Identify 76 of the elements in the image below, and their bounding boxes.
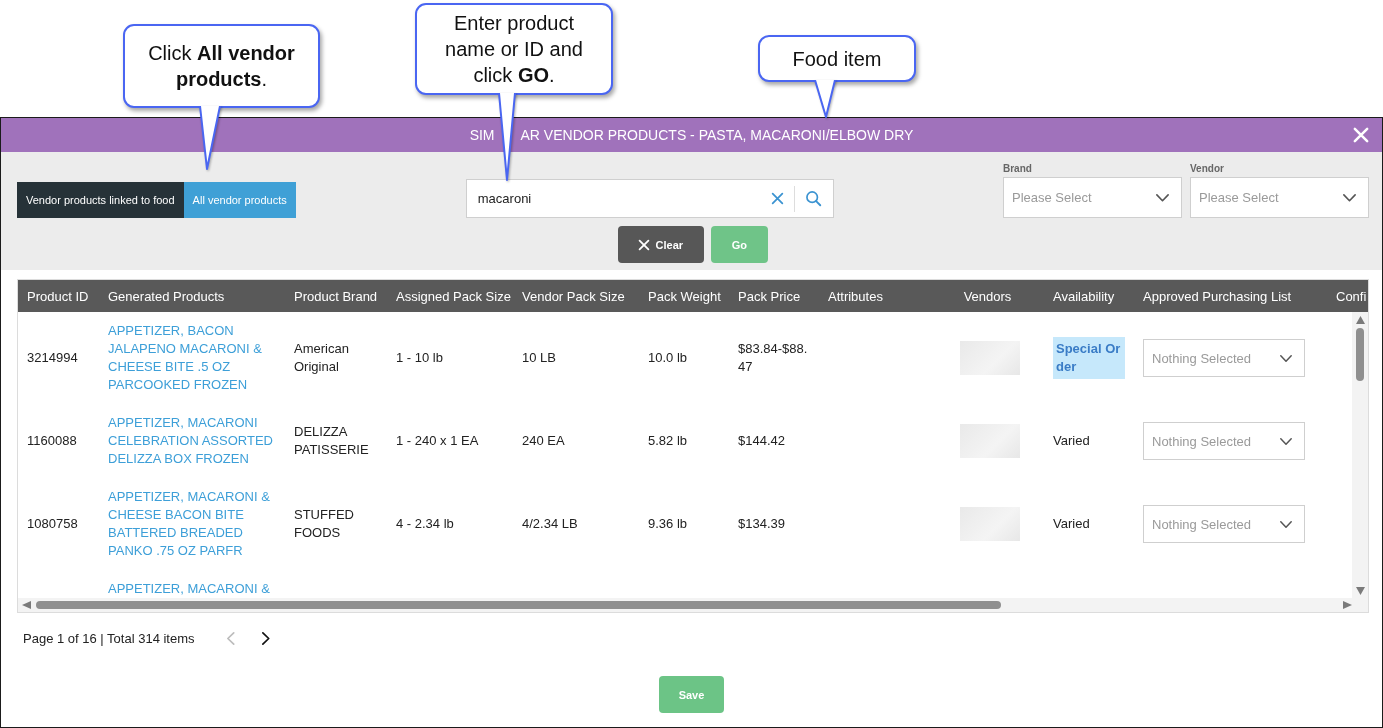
chevron-down-icon bbox=[1280, 354, 1292, 362]
vertical-scrollbar[interactable] bbox=[1352, 312, 1368, 598]
callout: Food item bbox=[758, 35, 916, 82]
column-header: Product ID bbox=[26, 288, 89, 304]
tab[interactable]: Vendor products linked to food bbox=[17, 182, 184, 218]
scroll-down-arrow-icon[interactable] bbox=[1355, 587, 1365, 595]
column-header: Vendor Pack Size bbox=[521, 288, 625, 304]
chevron-right-icon[interactable] bbox=[262, 631, 270, 645]
table-cell-text: STUFFED FOODS bbox=[294, 506, 355, 542]
table-cell-text: $134.39 bbox=[738, 515, 786, 533]
table-cell: 1 - 10 lb bbox=[396, 349, 443, 367]
table-cell: 3214994 bbox=[27, 349, 78, 367]
dialog-title: SIM bbox=[469, 127, 495, 143]
search-field[interactable]: macaroni bbox=[465, 179, 834, 218]
product-link[interactable]: APPETIZER, MACARONI & bbox=[108, 580, 270, 598]
table-cell: Varied bbox=[1053, 432, 1090, 450]
callout-pointer bbox=[198, 106, 222, 170]
pagination-summary: Page 1 of 16 | Total 314 items bbox=[23, 630, 195, 646]
table-cell-text: DELIZZA PATISSERIE bbox=[294, 423, 370, 459]
purchasing-list-dropdown[interactable]: Nothing Selected bbox=[1143, 422, 1305, 460]
column-header: Pack Price bbox=[737, 288, 801, 304]
table-cell: 240 EA bbox=[522, 432, 565, 450]
callout: Click All vendor products. bbox=[123, 24, 320, 108]
table-cell-text: $83.84-$88.47 bbox=[738, 340, 809, 376]
column-header: Pack Weight bbox=[647, 288, 721, 304]
filter-dropdown[interactable]: Please Select bbox=[1003, 177, 1182, 218]
table-cell: 4 - 2.34 lb bbox=[396, 515, 454, 533]
horizontal-scrollbar[interactable] bbox=[18, 598, 1368, 612]
scrollbar-thumb[interactable] bbox=[1356, 328, 1364, 381]
table-cell: 4/2.34 LB bbox=[522, 515, 578, 533]
close-icon[interactable] bbox=[1354, 128, 1368, 142]
purchasing-list-dropdown[interactable]: Nothing Selected bbox=[1143, 339, 1305, 377]
scroll-left-arrow-icon[interactable] bbox=[22, 601, 31, 609]
column-header: Attributes bbox=[827, 288, 883, 304]
product-link[interactable]: APPETIZER, BACON JALAPENO MACARONI & CHEESE BITE .5 OZ PARCOOKED FROZEN bbox=[108, 322, 281, 394]
table-cell-text: American Original bbox=[294, 340, 350, 376]
callout-pointer bbox=[813, 80, 837, 118]
column-header: Assigned Pack Size bbox=[395, 288, 511, 304]
column-header: Confi bbox=[1335, 288, 1367, 304]
chevron-down-icon bbox=[1343, 193, 1356, 202]
purchasing-list-dropdown[interactable]: Nothing Selected bbox=[1143, 505, 1305, 543]
table-cell: Varied bbox=[1053, 515, 1090, 533]
table-cell: 9.36 lb bbox=[648, 515, 688, 533]
x-icon[interactable] bbox=[771, 193, 783, 204]
chevron-down-icon bbox=[1280, 520, 1292, 528]
product-link[interactable]: APPETIZER, MACARONI CELEBRATION ASSORTED DELIZZA BOX FROZEN bbox=[108, 414, 281, 468]
chevron-down-icon bbox=[1280, 437, 1292, 445]
table-cell: 1 - 240 x 1 EA bbox=[396, 432, 479, 450]
save-button[interactable]: Save bbox=[659, 676, 724, 713]
column-header: Availability bbox=[1052, 288, 1115, 304]
product-link[interactable]: APPETIZER, MACARONI & CHEESE BACON BITE BATTERED BREADED PANKO .75 OZ PARFR bbox=[108, 488, 281, 560]
column-header: Generated Products bbox=[107, 288, 225, 304]
table-cell: 1080758 bbox=[27, 515, 78, 533]
filter-label: Brand bbox=[1003, 163, 1033, 174]
filter-label: Vendor bbox=[1190, 163, 1225, 174]
table-cell: 5.82 lb bbox=[648, 432, 688, 450]
table-cell-text: $144.42 bbox=[738, 432, 786, 450]
column-header: Approved Purchasing List bbox=[1142, 288, 1292, 304]
callout: Enter product name or ID and click GO. bbox=[415, 3, 613, 95]
scroll-right-arrow-icon[interactable] bbox=[1343, 601, 1352, 609]
chevron-down-icon bbox=[1156, 193, 1169, 202]
table-cell: 10.0 lb bbox=[648, 349, 688, 367]
tab[interactable]: All vendor products bbox=[183, 182, 296, 218]
table-cell: 10 LB bbox=[522, 349, 556, 367]
column-header: Vendors bbox=[963, 288, 1012, 304]
dialog-title: AR VENDOR PRODUCTS - PASTA, MACARONI/ELBOW DRY bbox=[520, 127, 914, 143]
scroll-up-arrow-icon[interactable] bbox=[1355, 316, 1365, 324]
clear-button[interactable]: Clear bbox=[617, 226, 704, 263]
column-header: Product Brand bbox=[293, 288, 378, 304]
go-button[interactable]: Go bbox=[710, 226, 768, 263]
x-icon bbox=[638, 239, 649, 250]
availability-highlight: Special Order bbox=[1053, 337, 1125, 379]
scrollbar-thumb[interactable] bbox=[36, 601, 1001, 609]
table-cell: 1160088 bbox=[27, 432, 77, 450]
search-icon[interactable] bbox=[805, 191, 821, 206]
filter-dropdown[interactable]: Please Select bbox=[1190, 177, 1369, 218]
